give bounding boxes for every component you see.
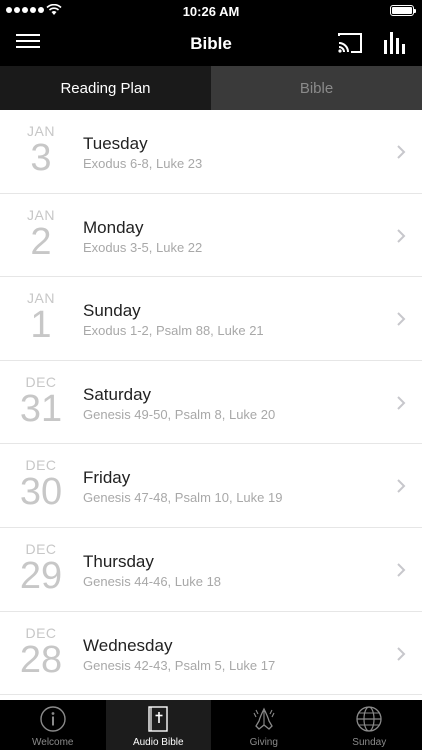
date-block: DEC 28 — [12, 625, 70, 681]
date-block: JAN 2 — [12, 207, 70, 263]
chevron-right-icon — [397, 396, 406, 410]
battery-icon — [390, 5, 416, 16]
readings-label: Genesis 42-43, Psalm 5, Luke 17 — [83, 657, 276, 673]
list-item[interactable]: DEC 28 Wednesday Genesis 42-43, Psalm 5,… — [0, 612, 422, 696]
tabbar-item-audio-bible[interactable]: Audio Bible — [105, 700, 211, 750]
readings-label: Genesis 44-46, Luke 18 — [83, 573, 222, 589]
list-item[interactable]: JAN 3 Tuesday Exodus 6-8, Luke 23 — [0, 110, 422, 194]
readings-label: Exodus 6-8, Luke 23 — [83, 156, 203, 171]
tabbar-label: Sunday — [352, 737, 387, 748]
globe-icon — [356, 706, 382, 732]
weekday-label: Sunday — [83, 301, 141, 321]
day-number: 31 — [19, 387, 63, 430]
bible-book-icon — [148, 706, 168, 732]
list-item[interactable]: DEC 29 Thursday Genesis 44-46, Luke 18 — [0, 528, 422, 612]
tab-reading-plan[interactable]: Reading Plan — [0, 66, 211, 110]
tabbar-item-welcome[interactable]: Welcome — [0, 700, 106, 750]
praying-hands-icon — [253, 707, 275, 730]
list-item[interactable]: JAN 1 Sunday Exodus 1-2, Psalm 88, Luke … — [0, 277, 422, 361]
segmented-tabs: Reading Plan Bible — [0, 66, 422, 110]
tabbar-item-sunday[interactable]: Sunday — [317, 700, 422, 750]
weekday-label: Friday — [83, 468, 131, 488]
status-bar: 10:26 AM — [0, 0, 422, 22]
tabbar-item-giving[interactable]: Giving — [211, 700, 317, 750]
audio-levels-icon[interactable] — [382, 30, 408, 56]
readings-label: Genesis 49-50, Psalm 8, Luke 20 — [83, 406, 276, 422]
day-number: 29 — [19, 554, 63, 597]
day-number: 28 — [19, 638, 63, 681]
navigation-bar: Bible — [0, 22, 422, 66]
day-number: 2 — [30, 220, 52, 263]
weekday-label: Saturday — [83, 384, 152, 404]
readings-label: Genesis 47-48, Psalm 10, Luke 19 — [83, 490, 283, 506]
tab-bible[interactable]: Bible — [211, 66, 422, 110]
date-block: DEC 29 — [12, 541, 70, 597]
status-time: 10:26 AM — [182, 4, 240, 19]
chevron-right-icon — [397, 646, 406, 661]
weekday-label: Monday — [83, 217, 144, 237]
chevron-right-icon — [397, 145, 406, 159]
chevron-right-icon — [397, 563, 406, 577]
date-block: DEC 31 — [12, 374, 70, 430]
date-block: DEC 30 — [12, 458, 70, 514]
readings-label: Exodus 1-2, Psalm 88, Luke 21 — [83, 323, 264, 339]
info-icon — [40, 706, 66, 732]
list-item[interactable]: DEC 31 Saturday Genesis 49-50, Psalm 8, … — [0, 361, 422, 445]
chevron-right-icon — [397, 312, 406, 326]
reading-plan-list: JAN 3 Tuesday Exodus 6-8, Luke 23 JAN 2 … — [0, 110, 422, 700]
date-block: JAN 3 — [12, 124, 70, 179]
list-item[interactable]: DEC 30 Friday Genesis 47-48, Psalm 10, L… — [0, 444, 422, 528]
bottom-tab-bar: Welcome Audio Bible Giving Sunday — [0, 700, 422, 750]
tabbar-label: Audio Bible — [132, 737, 184, 748]
day-number: 1 — [30, 304, 52, 347]
cast-icon[interactable] — [336, 31, 364, 55]
chevron-right-icon — [397, 228, 406, 243]
list-item[interactable]: JAN 2 Monday Exodus 3-5, Luke 22 — [0, 194, 422, 278]
weekday-label: Tuesday — [83, 134, 148, 153]
day-number: 30 — [19, 471, 63, 514]
day-number: 3 — [30, 137, 52, 179]
weekday-label: Thursday — [83, 551, 154, 571]
date-block: JAN 1 — [12, 291, 70, 347]
tabbar-label: Giving — [249, 737, 278, 748]
tabbar-label: Welcome — [32, 737, 74, 748]
weekday-label: Wednesday — [83, 635, 173, 655]
chevron-right-icon — [397, 479, 406, 494]
readings-label: Exodus 3-5, Luke 22 — [83, 239, 203, 255]
